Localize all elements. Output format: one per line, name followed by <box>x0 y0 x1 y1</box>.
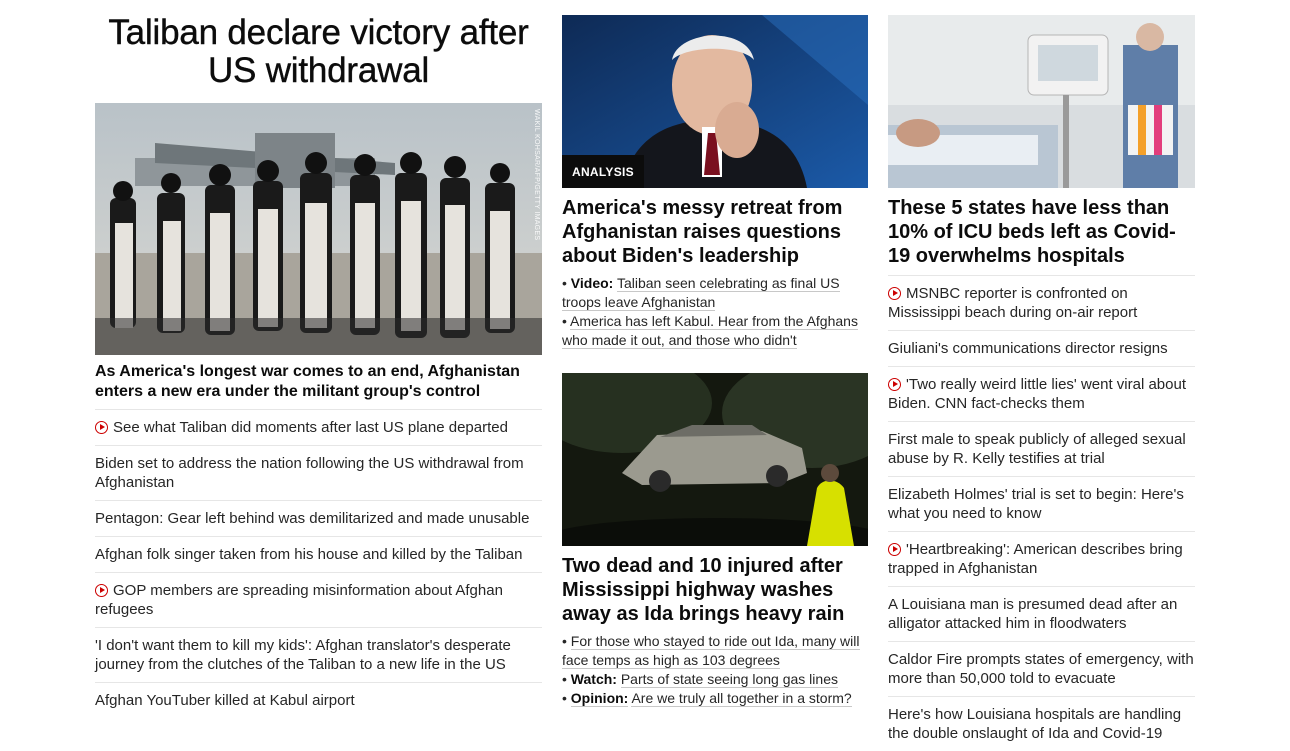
car-flood-photo[interactable] <box>562 373 868 546</box>
card-related-stories: MSNBC reporter is confronted on Mississi… <box>888 275 1195 751</box>
analysis-badge: ANALYSIS <box>562 155 644 188</box>
photo-credit: WAKIL KOHSAR/AFP/GETTY IMAGES <box>533 109 540 241</box>
right-column: These 5 states have less than 10% of ICU… <box>888 0 1195 751</box>
play-video-icon <box>888 543 901 556</box>
list-item[interactable]: Here's how Louisiana hospitals are handl… <box>888 696 1195 751</box>
play-video-icon <box>95 584 108 597</box>
list-item[interactable]: Afghan YouTuber killed at Kabul airport <box>95 682 542 718</box>
play-video-icon <box>888 287 901 300</box>
card-title[interactable]: America's messy retreat from Afghanistan… <box>562 196 868 268</box>
card-bullets: • For those who stayed to ride out Ida, … <box>562 632 868 708</box>
list-item[interactable]: MSNBC reporter is confronted on Mississi… <box>888 275 1195 330</box>
list-item[interactable]: 'Heartbreaking': American describes brin… <box>888 531 1195 586</box>
taliban-airport-photo <box>95 103 542 355</box>
lead-photo[interactable]: WAKIL KOHSAR/AFP/GETTY IMAGES <box>95 103 542 355</box>
list-item[interactable]: Biden set to address the nation followin… <box>95 445 542 500</box>
list-item[interactable]: Elizabeth Holmes' trial is set to begin:… <box>888 476 1195 531</box>
list-item[interactable]: Pentagon: Gear left behind was demilitar… <box>95 500 542 536</box>
bullet-item[interactable]: • For those who stayed to ride out Ida, … <box>562 632 868 670</box>
list-item[interactable]: 'I don't want them to kill my kids': Afg… <box>95 627 542 682</box>
play-video-icon <box>888 378 901 391</box>
list-item[interactable]: See what Taliban did moments after last … <box>95 409 542 445</box>
car-recovery-image <box>562 373 868 546</box>
card-title[interactable]: These 5 states have less than 10% of ICU… <box>888 196 1195 268</box>
card-bullets: • Video: Taliban seen celebrating as fin… <box>562 274 868 350</box>
lead-related-stories: See what Taliban did moments after last … <box>95 409 542 718</box>
list-item[interactable]: A Louisiana man is presumed dead after a… <box>888 586 1195 641</box>
list-item[interactable]: Afghan folk singer taken from his house … <box>95 536 542 572</box>
bullet-item[interactable]: • Watch: Parts of state seeing long gas … <box>562 670 868 689</box>
lead-caption[interactable]: As America's longest war comes to an end… <box>95 362 542 402</box>
play-video-icon <box>95 421 108 434</box>
icu-hospital-image <box>888 15 1195 188</box>
list-item[interactable]: 'Two really weird little lies' went vira… <box>888 366 1195 421</box>
card-title[interactable]: Two dead and 10 injured after Mississipp… <box>562 554 868 626</box>
lead-story-column: Taliban declare victory after US withdra… <box>95 0 542 718</box>
list-item[interactable]: First male to speak publicly of alleged … <box>888 421 1195 476</box>
middle-column: ANALYSIS America's messy retreat from Af… <box>562 0 868 708</box>
biden-photo[interactable]: ANALYSIS <box>562 15 868 188</box>
bullet-item[interactable]: • Video: Taliban seen celebrating as fin… <box>562 274 868 312</box>
icu-photo[interactable] <box>888 15 1195 188</box>
list-item[interactable]: Giuliani's communications director resig… <box>888 330 1195 366</box>
bullet-item[interactable]: • Opinion: Are we truly all together in … <box>562 689 868 708</box>
list-item[interactable]: Caldor Fire prompts states of emergency,… <box>888 641 1195 696</box>
lead-headline[interactable]: Taliban declare victory after US withdra… <box>95 13 542 90</box>
bullet-item[interactable]: • America has left Kabul. Hear from the … <box>562 312 868 350</box>
list-item[interactable]: GOP members are spreading misinformation… <box>95 572 542 627</box>
